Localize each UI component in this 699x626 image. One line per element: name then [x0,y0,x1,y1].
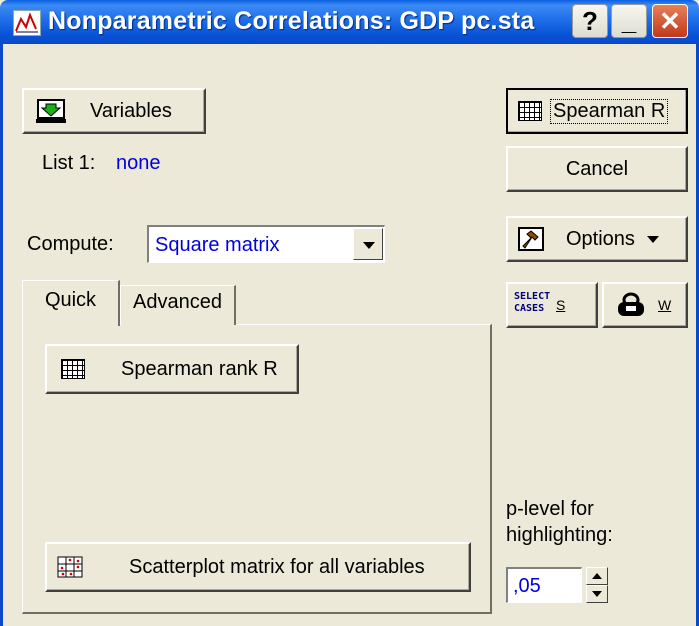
spin-up-button[interactable] [586,567,608,585]
spearman-rank-label: Spearman rank R [121,357,278,380]
plevel-value: ,05 [513,575,541,597]
options-label: Options [566,227,635,250]
spin-down-button[interactable] [586,585,608,603]
plevel-spinner[interactable] [586,567,608,603]
close-button[interactable]: ✕ [652,4,688,38]
window-frame-left [0,44,3,626]
grid-icon [61,359,85,379]
weight-key: W [658,297,672,313]
help-button[interactable]: ? [572,4,608,38]
spearman-rank-button[interactable]: Spearman rank R [45,344,299,394]
select-cases-icon-text: SELECT CASES [514,291,551,314]
compute-selected-value: Square matrix [155,234,280,256]
scatterplot-matrix-label: Scatterplot matrix for all variables [129,555,425,578]
grid-icon [518,101,542,121]
list-value: none [116,152,161,174]
options-button[interactable]: Options [506,216,688,262]
spearman-r-label: Spearman R [550,98,669,124]
cancel-button[interactable]: Cancel [506,146,688,192]
select-cases-button[interactable]: SELECT CASES S [506,282,598,328]
chevron-down-icon [646,235,659,243]
title-bar[interactable]: Nonparametric Correlations: GDP pc.sta ?… [0,0,699,44]
minimize-button[interactable]: _ [611,4,647,38]
scatterplot-matrix-icon [57,556,83,578]
variables-icon [36,98,66,124]
scatterplot-matrix-button[interactable]: Scatterplot matrix for all variables [45,542,471,592]
plevel-input[interactable]: ,05 [506,567,582,603]
plevel-label-line2: highlighting: [506,524,613,546]
arrow-up-icon [592,573,602,579]
compute-label: Compute: [27,233,114,255]
compute-select[interactable]: Square matrix [147,225,385,263]
tab-quick[interactable]: Quick [22,280,120,326]
weight-button[interactable]: W [602,282,688,328]
window-title: Nonparametric Correlations: GDP pc.sta [48,7,535,35]
app-chart-icon [13,10,41,36]
spearman-r-button[interactable]: Spearman R [506,88,688,134]
variables-label: Variables [90,99,172,122]
select-cases-key: S [556,297,566,313]
select-cases-icon: SELECT CASES [514,291,550,319]
weight-icon [616,292,646,318]
tab-advanced[interactable]: Advanced [120,285,236,325]
cancel-label: Cancel [565,157,629,180]
chevron-down-icon [363,242,375,249]
options-icon [518,227,544,251]
list-label: List 1: [42,152,96,174]
arrow-down-icon [592,591,602,597]
plevel-label-line1: p-level for [506,498,594,520]
variables-button[interactable]: Variables [22,88,206,134]
compute-dropdown-arrow[interactable] [353,228,383,260]
